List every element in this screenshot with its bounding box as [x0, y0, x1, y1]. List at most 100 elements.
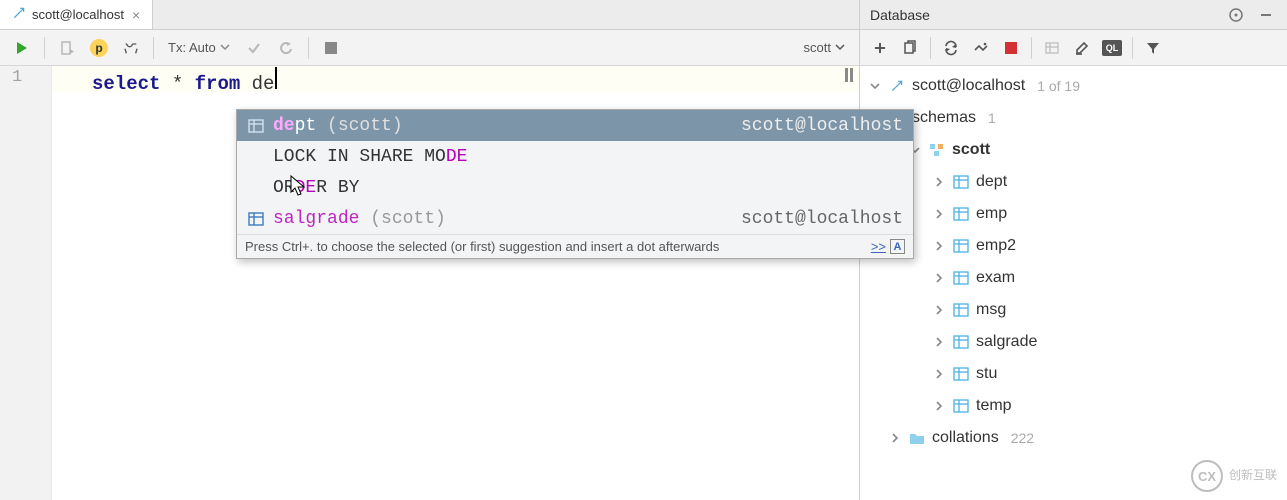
- new-button[interactable]: [866, 34, 894, 62]
- collations-folder-node[interactable]: collations 222: [860, 422, 1287, 454]
- node-label: stu: [976, 365, 997, 383]
- typed-fragment: de: [252, 73, 275, 95]
- completion-hint-text: Press Ctrl+. to choose the selected (or …: [245, 239, 719, 254]
- keyword-select: select: [92, 73, 160, 95]
- editor-tab[interactable]: scott@localhost ×: [0, 0, 153, 29]
- node-label: dept: [976, 173, 1007, 191]
- explain-plan-button[interactable]: p: [85, 34, 113, 62]
- execute-file-button[interactable]: [53, 34, 81, 62]
- completion-more-link[interactable]: >>: [871, 239, 886, 254]
- chevron-down-icon[interactable]: [868, 81, 882, 91]
- completion-item[interactable]: LOCK IN SHARE MODE: [237, 141, 913, 172]
- chevron-right-icon[interactable]: [932, 305, 946, 315]
- close-icon[interactable]: ×: [132, 7, 140, 23]
- separator: [1031, 37, 1032, 59]
- editor-toolbar: p Tx: Auto scott: [0, 30, 859, 66]
- separator: [153, 37, 154, 59]
- watermark: CX 创新互联: [1191, 460, 1277, 492]
- chevron-right-icon[interactable]: [932, 241, 946, 251]
- database-panel: Database: [860, 0, 1287, 500]
- chevron-right-icon[interactable]: [932, 401, 946, 411]
- completion-label: dept (scott): [273, 116, 403, 136]
- completion-label: salgrade (scott): [273, 209, 446, 229]
- panel-options-icon[interactable]: [1225, 4, 1247, 26]
- completion-origin: scott@localhost: [741, 209, 903, 229]
- chevron-right-icon[interactable]: [888, 433, 902, 443]
- chevron-right-icon[interactable]: [932, 177, 946, 187]
- chevron-right-icon[interactable]: [932, 337, 946, 347]
- table-node[interactable]: emp: [860, 198, 1287, 230]
- chevron-down-icon: [220, 40, 230, 55]
- stop-button[interactable]: [997, 34, 1025, 62]
- tx-mode-label: Tx: Auto: [168, 40, 216, 55]
- table-node[interactable]: salgrade: [860, 326, 1287, 358]
- datasource-node[interactable]: scott@localhost 1 of 19: [860, 70, 1287, 102]
- table-node[interactable]: dept: [860, 166, 1287, 198]
- commit-button[interactable]: [240, 34, 268, 62]
- cancel-query-button[interactable]: [317, 34, 345, 62]
- node-meta: 1: [988, 110, 996, 126]
- table-node[interactable]: stu: [860, 358, 1287, 390]
- tx-mode-selector[interactable]: Tx: Auto: [162, 40, 236, 55]
- rollback-button[interactable]: [272, 34, 300, 62]
- chevron-right-icon[interactable]: [932, 273, 946, 283]
- separator: [44, 37, 45, 59]
- duplicate-button[interactable]: [896, 34, 924, 62]
- filter-button[interactable]: [1139, 34, 1167, 62]
- caret: [275, 67, 277, 89]
- separator: [1132, 37, 1133, 59]
- inspection-icon[interactable]: [845, 68, 853, 82]
- chevron-right-icon[interactable]: [932, 369, 946, 379]
- schema-node[interactable]: scott: [860, 134, 1287, 166]
- chevron-down-icon: [835, 40, 845, 55]
- completion-item[interactable]: dept (scott) scott@localhost: [237, 110, 913, 141]
- table-node[interactable]: msg: [860, 294, 1287, 326]
- settings-button[interactable]: [117, 34, 145, 62]
- sql-console-icon: [12, 6, 26, 23]
- schemas-folder-node[interactable]: schemas 1: [860, 102, 1287, 134]
- database-tree[interactable]: scott@localhost 1 of 19 schemas 1 scott: [860, 66, 1287, 500]
- table-node[interactable]: temp: [860, 390, 1287, 422]
- node-label: emp2: [976, 237, 1016, 255]
- completion-label: LOCK IN SHARE MODE: [273, 147, 467, 167]
- folder-icon: [908, 431, 926, 445]
- node-label: emp: [976, 205, 1007, 223]
- node-label: temp: [976, 397, 1012, 415]
- table-icon: [247, 119, 265, 133]
- star: *: [172, 73, 183, 95]
- table-node[interactable]: exam: [860, 262, 1287, 294]
- table-icon: [952, 207, 970, 221]
- stop-icon: [1005, 42, 1017, 54]
- node-label: collations: [932, 429, 999, 447]
- code-line: select * from de: [92, 67, 859, 95]
- node-label: scott: [952, 141, 990, 159]
- schema-selector[interactable]: scott: [804, 40, 851, 55]
- watermark-text: 创新互联: [1229, 469, 1277, 482]
- run-button[interactable]: [8, 34, 36, 62]
- gutter: 1: [0, 66, 52, 500]
- node-meta: 1 of 19: [1037, 78, 1080, 94]
- completion-item[interactable]: salgrade (scott) scott@localhost: [237, 203, 913, 234]
- completion-origin: scott@localhost: [741, 116, 903, 136]
- node-label: msg: [976, 301, 1006, 319]
- chevron-right-icon[interactable]: [932, 209, 946, 219]
- stop-icon: [325, 42, 337, 54]
- schema-icon: [928, 143, 946, 157]
- table-icon: [952, 175, 970, 189]
- editor-tab-bar: scott@localhost ×: [0, 0, 859, 30]
- hide-panel-icon[interactable]: [1255, 4, 1277, 26]
- editor-tab-title: scott@localhost: [32, 7, 124, 22]
- keyword-from: from: [195, 73, 241, 95]
- table-icon: [952, 271, 970, 285]
- separator: [930, 37, 931, 59]
- table-node[interactable]: emp2: [860, 230, 1287, 262]
- sync-button[interactable]: [967, 34, 995, 62]
- completion-item[interactable]: ORDER BY: [237, 172, 913, 203]
- line-number: 1: [12, 68, 51, 87]
- edit-button[interactable]: [1068, 34, 1096, 62]
- table-view-button[interactable]: [1038, 34, 1066, 62]
- node-label: schemas: [912, 109, 976, 127]
- completion-a-box[interactable]: A: [890, 239, 905, 254]
- open-console-button[interactable]: QL: [1098, 34, 1126, 62]
- refresh-button[interactable]: [937, 34, 965, 62]
